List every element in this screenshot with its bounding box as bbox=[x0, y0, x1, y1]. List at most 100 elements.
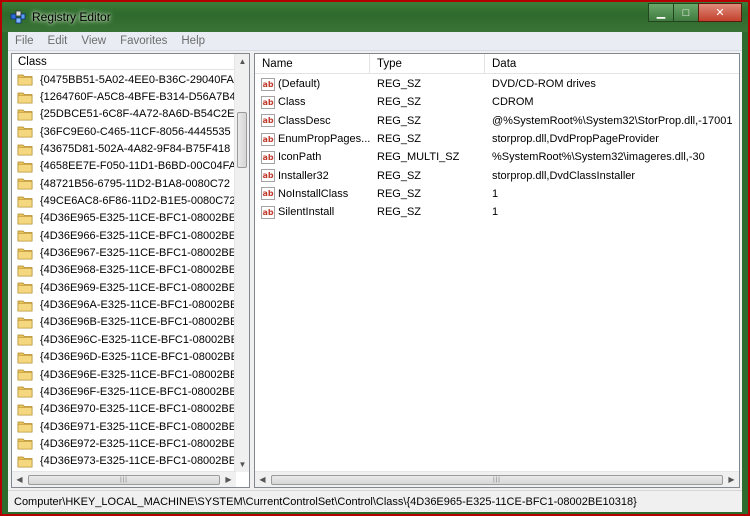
value-name: NoInstallClass bbox=[278, 187, 349, 200]
value-type: REG_MULTI_SZ bbox=[377, 151, 460, 164]
value-name: Installer32 bbox=[278, 169, 329, 182]
tree-item[interactable]: {4D36E96C-E325-11CE-BFC1-08002BE bbox=[12, 331, 236, 348]
title-bar[interactable]: Registry Editor ▁ □ ✕ bbox=[2, 2, 748, 32]
value-data: 1 bbox=[492, 206, 499, 219]
folder-icon bbox=[17, 92, 33, 103]
tree-item[interactable]: {4D36E972-E325-11CE-BFC1-08002BE bbox=[12, 435, 236, 452]
menu-edit[interactable]: Edit bbox=[41, 35, 75, 47]
ab-string-value-icon: ab bbox=[261, 77, 275, 91]
tree-item[interactable]: {4D36E967-E325-11CE-BFC1-08002BE bbox=[12, 244, 236, 261]
value-name-cell: ab (Default) bbox=[255, 77, 370, 91]
values-horizontal-scrollbar[interactable]: ◀ ||| ▶ bbox=[255, 471, 739, 487]
scroll-left-icon[interactable]: ◀ bbox=[255, 472, 270, 487]
scroll-down-icon[interactable]: ▼ bbox=[235, 457, 249, 472]
tree-item-label: {4D36E966-E325-11CE-BFC1-08002BE bbox=[40, 229, 236, 242]
column-header-type[interactable]: Type bbox=[370, 54, 485, 74]
tree-item[interactable]: {0475BB51-5A02-4EE0-B36C-29040FA bbox=[12, 71, 236, 88]
scroll-left-icon[interactable]: ◀ bbox=[12, 472, 27, 487]
tree-item-label: {4D36E969-E325-11CE-BFC1-08002BE bbox=[40, 281, 236, 294]
value-type: REG_SZ bbox=[377, 96, 422, 109]
value-data: storprop.dll,DvdClassInstaller bbox=[492, 169, 636, 182]
column-header-name[interactable]: Name bbox=[255, 54, 370, 74]
tree-item-label: {4D36E973-E325-11CE-BFC1-08002BE bbox=[40, 455, 236, 468]
tree-scroll-thumb[interactable] bbox=[237, 112, 247, 168]
window-title: Registry Editor bbox=[32, 10, 111, 24]
value-row[interactable]: ab ClassDesc REG_SZ @%SystemRoot%\System32\… bbox=[255, 112, 739, 130]
tree-item[interactable]: {4D36E968-E325-11CE-BFC1-08002BE bbox=[12, 262, 236, 279]
tree-hscroll-thumb[interactable]: ||| bbox=[28, 475, 220, 485]
tree-item[interactable]: {4D36E973-E325-11CE-BFC1-08002BE bbox=[12, 453, 236, 470]
key-tree-pane[interactable]: Class {0475BB51-5A02-4EE0-B36C-29040FA {1… bbox=[11, 53, 250, 488]
value-name: Class bbox=[278, 96, 306, 109]
folder-icon bbox=[17, 421, 33, 433]
tree-item[interactable]: {1264760F-A5C8-4BFE-B314-D56A7B4 bbox=[12, 88, 236, 105]
scroll-up-icon[interactable]: ▲ bbox=[235, 54, 249, 69]
value-row[interactable]: ab Installer32 REG_SZ storprop.dll,DvdClass… bbox=[255, 166, 739, 184]
tree-item[interactable]: {49CE6AC8-6F86-11D2-B1E5-0080C72 bbox=[12, 192, 236, 209]
value-row[interactable]: ab EnumPropPages... REG_SZ storprop.dll,Dvd… bbox=[255, 130, 739, 148]
menu-view[interactable]: View bbox=[74, 35, 113, 47]
minimize-icon: ▁ bbox=[656, 7, 666, 19]
tree-item[interactable]: {4D36E970-E325-11CE-BFC1-08002BE bbox=[12, 401, 236, 418]
tree-parent-key[interactable]: Class bbox=[12, 54, 236, 70]
minimize-button[interactable]: ▁ bbox=[648, 3, 674, 22]
tree-item-label: {4658EE7E-F050-11D1-B6BD-00C04FA bbox=[40, 160, 236, 173]
folder-icon bbox=[17, 213, 33, 225]
tree-item-label: {4D36E96A-E325-11CE-BFC1-08002BE bbox=[40, 299, 236, 312]
menu-help[interactable]: Help bbox=[174, 35, 212, 47]
value-data: CDROM bbox=[492, 96, 534, 109]
tree-item-label: {4D36E96E-E325-11CE-BFC1-08002BE bbox=[40, 368, 236, 381]
close-button[interactable]: ✕ bbox=[698, 3, 742, 22]
value-name: IconPath bbox=[278, 151, 322, 164]
tree-item-label: {4D36E971-E325-11CE-BFC1-08002BE bbox=[40, 420, 236, 433]
tree-item[interactable]: {4D36E971-E325-11CE-BFC1-08002BE bbox=[12, 418, 236, 435]
value-row[interactable]: ab (Default) REG_SZ DVD/CD-ROM drives bbox=[255, 75, 739, 93]
tree-item-label: {4D36E96D-E325-11CE-BFC1-08002BE bbox=[40, 351, 236, 364]
tree-item-label: {25DBCE51-6C8F-4A72-8A6D-B54C2E bbox=[40, 108, 235, 121]
tree-item[interactable]: {4D36E96A-E325-11CE-BFC1-08002BE bbox=[12, 296, 236, 313]
value-row[interactable]: ab SilentInstall REG_SZ 1 bbox=[255, 203, 739, 221]
value-name-cell: ab Class bbox=[255, 95, 370, 109]
tree-item[interactable]: {4658EE7E-F050-11D1-B6BD-00C04FA bbox=[12, 158, 236, 175]
tree-vertical-scrollbar[interactable]: ▲ ▼ bbox=[234, 54, 249, 472]
tree-item[interactable]: {4D36E96D-E325-11CE-BFC1-08002BE bbox=[12, 349, 236, 366]
menu-favorites[interactable]: Favorites bbox=[113, 35, 174, 47]
tree-item[interactable]: {25DBCE51-6C8F-4A72-8A6D-B54C2E bbox=[12, 106, 236, 123]
tree-item[interactable]: {4D36E965-E325-11CE-BFC1-08002BE bbox=[12, 210, 236, 227]
window-controls: ▁ □ ✕ bbox=[648, 3, 742, 23]
value-type: REG_SZ bbox=[377, 133, 422, 146]
value-name-cell: ab Installer32 bbox=[255, 169, 370, 183]
tree-item-label: {0475BB51-5A02-4EE0-B36C-29040FA bbox=[40, 73, 234, 86]
window-frame: Registry Editor ▁ □ ✕ File Edit View Fav… bbox=[0, 0, 750, 516]
scroll-right-icon[interactable]: ▶ bbox=[724, 472, 739, 487]
folder-icon bbox=[17, 248, 33, 260]
menu-file[interactable]: File bbox=[8, 35, 41, 47]
tree-list: {0475BB51-5A02-4EE0-B36C-29040FA {1264760… bbox=[12, 71, 236, 470]
values-hscroll-thumb[interactable]: ||| bbox=[271, 475, 723, 485]
scroll-right-icon[interactable]: ▶ bbox=[221, 472, 236, 487]
tree-item-label: {4D36E967-E325-11CE-BFC1-08002BE bbox=[40, 247, 236, 260]
value-rows: ab (Default) REG_SZ DVD/CD-ROM drives ab Clas… bbox=[255, 75, 739, 221]
value-row[interactable]: ab NoInstallClass REG_SZ 1 bbox=[255, 185, 739, 203]
value-row[interactable]: ab Class REG_SZ CDROM bbox=[255, 93, 739, 111]
tree-item[interactable]: {36FC9E60-C465-11CF-8056-4445535 bbox=[12, 123, 236, 140]
column-header-data[interactable]: Data bbox=[485, 54, 739, 74]
value-row[interactable]: ab IconPath REG_MULTI_SZ %SystemRoot%\Syste… bbox=[255, 148, 739, 166]
tree-item[interactable]: {43675D81-502A-4A82-9F84-B75F418 bbox=[12, 140, 236, 157]
value-name: EnumPropPages... bbox=[278, 133, 370, 146]
value-data: 1 bbox=[492, 187, 499, 200]
folder-icon bbox=[17, 74, 33, 86]
ab-string-value-icon: ab bbox=[261, 187, 275, 201]
folder-icon bbox=[17, 334, 33, 346]
tree-item[interactable]: {4D36E96E-E325-11CE-BFC1-08002BE bbox=[12, 366, 236, 383]
tree-item[interactable]: {4D36E969-E325-11CE-BFC1-08002BE bbox=[12, 279, 236, 296]
tree-item[interactable]: {4D36E966-E325-11CE-BFC1-08002BE bbox=[12, 227, 236, 244]
value-name-cell: ab NoInstallClass bbox=[255, 187, 370, 201]
tree-item[interactable]: {48721B56-6795-11D2-B1A8-0080C72 bbox=[12, 175, 236, 192]
tree-item-label: {48721B56-6795-11D2-B1A8-0080C72 bbox=[40, 177, 230, 190]
values-list-pane[interactable]: Name Type Data ab (Default) REG_SZ DVD/CD-R… bbox=[254, 53, 740, 488]
tree-item[interactable]: {4D36E96B-E325-11CE-BFC1-08002BE bbox=[12, 314, 236, 331]
maximize-button[interactable]: □ bbox=[673, 3, 699, 22]
tree-horizontal-scrollbar[interactable]: ◀ ||| ▶ bbox=[12, 471, 236, 487]
tree-item[interactable]: {4D36E96F-E325-11CE-BFC1-08002BE bbox=[12, 383, 236, 400]
